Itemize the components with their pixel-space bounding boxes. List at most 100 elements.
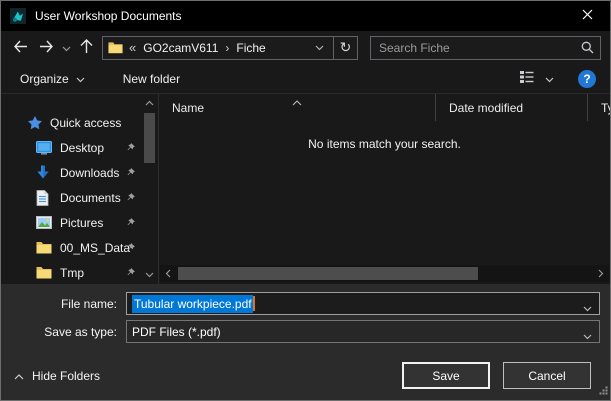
recent-locations-button[interactable] <box>59 35 73 61</box>
save-button-label: Save <box>432 369 459 383</box>
chevron-down-icon[interactable] <box>583 329 592 343</box>
views-dropdown-icon[interactable] <box>545 72 554 86</box>
app-icon <box>10 8 26 24</box>
breadcrumb-collapsed[interactable]: « <box>129 40 136 55</box>
close-icon <box>582 9 593 23</box>
scroll-up-icon[interactable] <box>141 96 157 110</box>
sidebar-item-label: Downloads <box>60 166 119 180</box>
breadcrumb-separator: › <box>225 41 229 55</box>
breadcrumb-segment[interactable]: Fiche <box>236 41 265 55</box>
scrollbar-thumb[interactable] <box>144 113 155 163</box>
navigation-bar: « GO2camV611 › Fiche ↻ <box>1 31 610 64</box>
horizontal-scrollbar[interactable] <box>160 265 609 282</box>
scrollbar-track[interactable] <box>176 265 593 282</box>
close-button[interactable] <box>565 1 610 31</box>
window-title: User Workshop Documents <box>35 9 182 23</box>
new-folder-label: New folder <box>123 72 180 86</box>
picture-icon <box>36 215 52 231</box>
sidebar-item-label: Pictures <box>60 216 103 230</box>
desktop-icon <box>36 140 52 156</box>
organize-button[interactable]: Organize <box>20 72 85 86</box>
quick-access-star-icon <box>27 115 43 131</box>
sidebar-item-quick-access[interactable]: Quick access <box>1 110 158 135</box>
sidebar-item-label: Documents <box>60 191 121 205</box>
address-dropdown-button[interactable] <box>310 45 328 51</box>
refresh-button[interactable]: ↻ <box>333 37 357 59</box>
breadcrumb[interactable]: « GO2camV611 › Fiche <box>103 37 333 59</box>
back-icon <box>13 40 28 56</box>
sidebar-scrollbar[interactable] <box>141 96 157 282</box>
folder-icon <box>108 41 123 54</box>
hide-folders-label: Hide Folders <box>32 369 100 383</box>
scrollbar-thumb[interactable] <box>178 267 478 280</box>
details-view-icon[interactable] <box>520 71 534 86</box>
file-list-pane: Name Date modified Type No items match y… <box>158 94 610 284</box>
navigation-pane: Quick access Desktop Downloads <box>1 94 158 284</box>
text-caret <box>253 296 255 311</box>
new-folder-button[interactable]: New folder <box>123 72 180 86</box>
save-as-type-select[interactable]: PDF Files (*.pdf) <box>126 320 600 343</box>
scroll-right-icon[interactable] <box>593 269 609 278</box>
sidebar-item-tmp[interactable]: Tmp <box>1 260 158 285</box>
scroll-down-icon[interactable] <box>141 268 157 282</box>
sidebar-item-label: Quick access <box>50 116 121 130</box>
sort-ascending-icon <box>292 95 302 109</box>
resize-grip[interactable] <box>599 384 608 398</box>
organize-label: Organize <box>20 72 69 86</box>
pin-icon <box>125 267 136 278</box>
search-box[interactable] <box>370 36 601 60</box>
chevron-down-icon <box>76 72 85 86</box>
document-icon <box>36 190 52 206</box>
chevron-down-icon[interactable] <box>583 301 592 315</box>
file-name-label: File name: <box>1 297 126 311</box>
scroll-left-icon[interactable] <box>160 269 176 278</box>
folder-icon <box>36 265 52 281</box>
command-toolbar: Organize New folder ? <box>1 64 610 94</box>
sidebar-item-00-ms-data[interactable]: 00_MS_Data <box>1 235 158 260</box>
sidebar-item-pictures[interactable]: Pictures <box>1 210 158 235</box>
forward-icon <box>39 40 54 56</box>
search-input[interactable] <box>371 41 574 55</box>
hide-folders-button[interactable]: Hide Folders <box>14 369 100 383</box>
column-label: Date modified <box>449 101 523 115</box>
cancel-button[interactable]: Cancel <box>503 362 591 389</box>
title-bar: User Workshop Documents <box>1 1 610 31</box>
column-header-date-modified[interactable]: Date modified <box>435 94 587 121</box>
pin-icon <box>125 142 136 153</box>
sidebar-item-documents[interactable]: Documents <box>1 185 158 210</box>
column-headers: Name Date modified Type <box>159 94 610 121</box>
address-bar[interactable]: « GO2camV611 › Fiche ↻ <box>102 36 358 60</box>
folder-icon <box>36 240 52 256</box>
chevron-up-icon <box>14 369 24 383</box>
download-icon <box>36 165 52 181</box>
pin-icon <box>125 167 136 178</box>
up-button[interactable] <box>73 35 99 61</box>
column-header-type[interactable]: Type <box>587 94 610 121</box>
up-icon <box>80 39 93 57</box>
sidebar-item-label: Desktop <box>60 141 104 155</box>
dialog-footer: Hide Folders Save Cancel <box>1 362 610 389</box>
save-as-type-value: PDF Files (*.pdf) <box>132 325 221 339</box>
search-icon[interactable] <box>574 41 600 54</box>
pin-icon <box>125 192 136 203</box>
column-header-name[interactable]: Name <box>159 94 435 121</box>
pin-icon <box>125 242 136 253</box>
back-button[interactable] <box>7 35 33 61</box>
file-name-input[interactable]: Tubular workpiece.pdf <box>126 292 600 315</box>
sidebar-item-desktop[interactable]: Desktop <box>1 135 158 160</box>
forward-button[interactable] <box>33 35 59 61</box>
save-as-dialog: User Workshop Documents « GO2ca <box>0 0 611 401</box>
save-options-panel: File name: Tubular workpiece.pdf Save as… <box>1 284 610 400</box>
dialog-body: Quick access Desktop Downloads <box>1 94 610 284</box>
sidebar-item-label: Tmp <box>60 266 84 280</box>
save-as-type-label: Save as type: <box>1 325 126 339</box>
chevron-down-icon <box>62 41 71 55</box>
sidebar-item-downloads[interactable]: Downloads <box>1 160 158 185</box>
breadcrumb-segment[interactable]: GO2camV611 <box>143 41 218 55</box>
refresh-icon: ↻ <box>340 39 352 56</box>
help-button[interactable]: ? <box>578 70 596 88</box>
empty-list-message: No items match your search. <box>159 137 610 151</box>
pin-icon <box>125 217 136 228</box>
file-list-area[interactable] <box>159 151 610 265</box>
save-button[interactable]: Save <box>402 362 490 389</box>
